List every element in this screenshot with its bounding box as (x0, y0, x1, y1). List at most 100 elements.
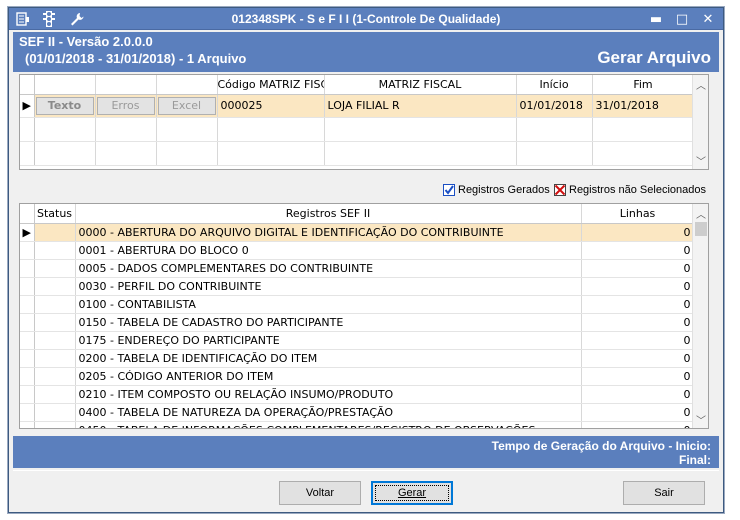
table-row[interactable]: 0205 - CÓDIGO ANTERIOR DO ITEM 0 (20, 367, 695, 386)
scroll-thumb[interactable] (695, 222, 707, 236)
cell-linhas[interactable]: 0 (581, 223, 695, 242)
row-indicator (20, 367, 35, 386)
table-row[interactable]: 0175 - ENDEREÇO DO PARTICIPANTE 0 (20, 331, 695, 350)
col-header-linhas[interactable]: Linhas (581, 204, 695, 224)
registers-grid[interactable]: Status Registros SEF II Linhas ▶ 0000 - A… (19, 203, 709, 429)
gerar-button[interactable]: Gerar (371, 481, 453, 505)
legend-not-selected-label: Registros não Selecionados (569, 184, 706, 196)
cell-linhas[interactable]: 0 (581, 241, 695, 260)
close-button[interactable]: ✕ (699, 11, 717, 27)
cell-status[interactable] (34, 313, 76, 332)
cell-linhas[interactable]: 0 (581, 331, 695, 350)
table-row[interactable]: 0450 - TABELA DE INFORMAÇÕES COMPLEMENTA… (20, 421, 695, 428)
cell-linhas[interactable]: 0 (581, 313, 695, 332)
cell-registro[interactable]: 0001 - ABERTURA DO BLOCO 0 (75, 241, 582, 260)
scroll-down-icon[interactable]: ﹀ (693, 411, 708, 427)
col-header-codigo[interactable]: Código MATRIZ FISCA (217, 75, 325, 95)
col-header-matriz[interactable]: MATRIZ FISCAL (324, 75, 517, 95)
cell-status[interactable] (34, 331, 76, 350)
cell-registro[interactable]: 0005 - DADOS COMPLEMENTARES DO CONTRIBUI… (75, 259, 582, 278)
table-row[interactable]: 0030 - PERFIL DO CONTRIBUINTE 0 (20, 277, 695, 296)
cell-registro[interactable]: 0450 - TABELA DE INFORMAÇÕES COMPLEMENTA… (75, 421, 582, 428)
cell-codigo[interactable]: 000025 (217, 94, 325, 118)
legend-not-selected: Registros não Selecionados (554, 184, 706, 196)
cell-linhas[interactable]: 0 (581, 385, 695, 404)
footer-band: Tempo de Geração do Arquivo - Inicio: Fi… (13, 436, 719, 468)
cell-linhas[interactable]: 0 (581, 403, 695, 422)
texto-button[interactable]: Texto (35, 96, 94, 115)
registers-scrollbar[interactable]: ︿ ﹀ (692, 204, 708, 428)
grid-corner (20, 204, 35, 224)
cell-linhas[interactable]: 0 (581, 421, 695, 428)
cell-registro[interactable]: 0200 - TABELA DE IDENTIFICAÇÃO DO ITEM (75, 349, 582, 368)
title-bar[interactable]: 012348SPK - S e F I I (1-Controle De Qua… (9, 8, 723, 30)
version-label: SEF II - Versão 2.0.0.0 (19, 34, 153, 49)
checkbox-x-icon (554, 184, 566, 196)
header-band: SEF II - Versão 2.0.0.0 (01/01/2018 - 31… (13, 32, 719, 72)
row-indicator-icon: ▶ (20, 94, 35, 118)
cell-status[interactable] (34, 277, 76, 296)
minimize-button[interactable]: ▬ (647, 11, 665, 27)
row-indicator (20, 277, 35, 296)
cell-status[interactable] (34, 421, 76, 428)
generation-time-end-label: Final: (679, 453, 711, 467)
generation-time-start-label: Tempo de Geração do Arquivo - Inicio: (491, 439, 711, 453)
cell-linhas[interactable]: 0 (581, 367, 695, 386)
cell-status[interactable] (34, 367, 76, 386)
cell-linhas[interactable]: 0 (581, 349, 695, 368)
cell-status[interactable] (34, 295, 76, 314)
files-grid[interactable]: Código MATRIZ FISCA MATRIZ FISCAL Início… (19, 74, 709, 170)
erros-button[interactable]: Erros (96, 96, 155, 115)
cell-status[interactable] (34, 403, 76, 422)
table-row[interactable]: 0005 - DADOS COMPLEMENTARES DO CONTRIBUI… (20, 259, 695, 278)
cell-registro[interactable]: 0150 - TABELA DE CADASTRO DO PARTICIPANT… (75, 313, 582, 332)
col-header-fim[interactable]: Fim (592, 75, 695, 95)
cell-registro[interactable]: 0175 - ENDEREÇO DO PARTICIPANTE (75, 331, 582, 350)
cell-status[interactable] (34, 241, 76, 260)
voltar-button[interactable]: Voltar (279, 481, 361, 505)
page-title: Gerar Arquivo (597, 48, 711, 67)
cell-linhas[interactable]: 0 (581, 295, 695, 314)
col-header-inicio[interactable]: Início (516, 75, 593, 95)
cell-fim[interactable]: 31/01/2018 (592, 94, 695, 118)
table-row[interactable]: ▶ Texto Erros Excel 000025 LOJA FILIAL R… (20, 94, 695, 118)
cell-registro[interactable]: 0210 - ITEM COMPOSTO OU RELAÇÃO INSUMO/P… (75, 385, 582, 404)
table-row[interactable]: 0200 - TABELA DE IDENTIFICAÇÃO DO ITEM 0 (20, 349, 695, 368)
cell-registro[interactable]: 0205 - CÓDIGO ANTERIOR DO ITEM (75, 367, 582, 386)
row-indicator (20, 241, 35, 260)
files-scrollbar[interactable]: ︿ ﹀ (692, 75, 708, 169)
scroll-up-icon[interactable]: ︿ (693, 205, 708, 221)
col-header-erros (95, 75, 157, 95)
col-header-status[interactable]: Status (34, 204, 76, 224)
cell-status[interactable] (34, 349, 76, 368)
table-row[interactable]: 0100 - CONTABILISTA 0 (20, 295, 695, 314)
cell-status[interactable] (34, 385, 76, 404)
cell-inicio[interactable]: 01/01/2018 (516, 94, 593, 118)
table-row[interactable]: 0210 - ITEM COMPOSTO OU RELAÇÃO INSUMO/P… (20, 385, 695, 404)
main-window: 012348SPK - S e F I I (1-Controle De Qua… (8, 7, 724, 513)
cell-registro[interactable]: 0400 - TABELA DE NATUREZA DA OPERAÇÃO/PR… (75, 403, 582, 422)
cell-matriz[interactable]: LOJA FILIAL R (324, 94, 517, 118)
row-indicator (20, 421, 35, 428)
col-header-registros[interactable]: Registros SEF II (75, 204, 582, 224)
scroll-up-icon[interactable]: ︿ (693, 76, 708, 92)
table-row[interactable]: 0001 - ABERTURA DO BLOCO 00 (20, 241, 695, 260)
table-row[interactable]: ▶ 0000 - ABERTURA DO ARQUIVO DIGITAL E ID… (20, 223, 695, 242)
gerar-label: Gerar (374, 485, 450, 501)
col-header-excel (156, 75, 218, 95)
table-row[interactable]: 0400 - TABELA DE NATUREZA DA OPERAÇÃO/PR… (20, 403, 695, 422)
row-indicator (20, 331, 35, 350)
cell-linhas[interactable]: 0 (581, 277, 695, 296)
cell-linhas[interactable]: 0 (581, 259, 695, 278)
excel-button[interactable]: Excel (157, 96, 216, 115)
cell-registro[interactable]: 0100 - CONTABILISTA (75, 295, 582, 314)
cell-registro[interactable]: 0000 - ABERTURA DO ARQUIVO DIGITAL E IDE… (75, 223, 582, 242)
cell-status[interactable] (34, 223, 76, 242)
cell-status[interactable] (34, 259, 76, 278)
maximize-button[interactable]: □ (673, 11, 691, 27)
table-row[interactable]: 0150 - TABELA DE CADASTRO DO PARTICIPANT… (20, 313, 695, 332)
legend-generated-label: Registros Gerados (458, 184, 550, 196)
cell-registro[interactable]: 0030 - PERFIL DO CONTRIBUINTE (75, 277, 582, 296)
sair-button[interactable]: Sair (623, 481, 705, 505)
scroll-down-icon[interactable]: ﹀ (693, 152, 708, 168)
